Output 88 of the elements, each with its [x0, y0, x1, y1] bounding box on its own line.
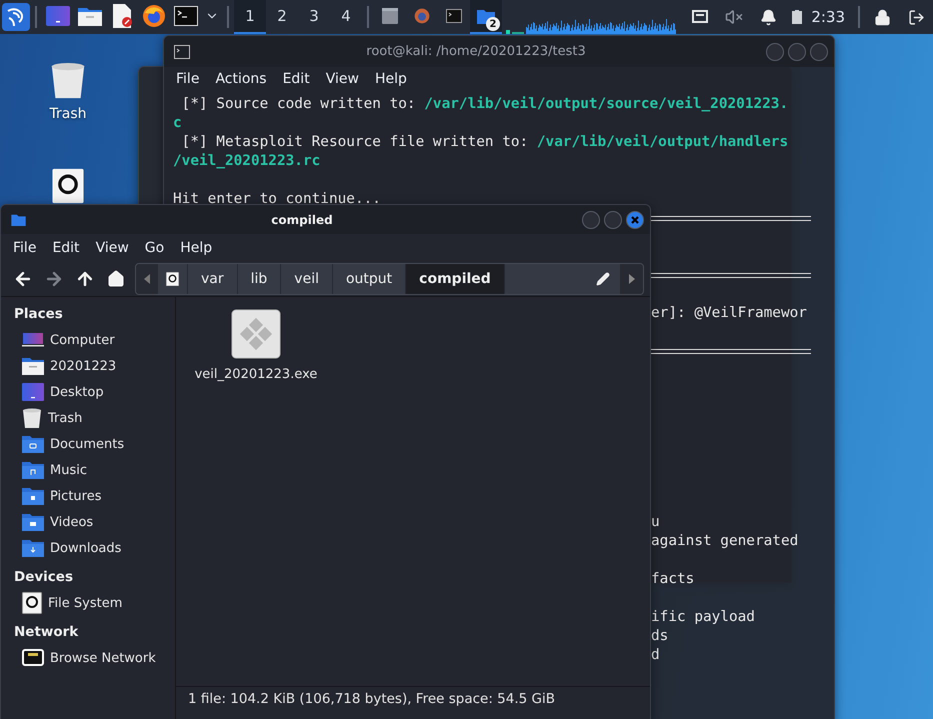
minimize-button[interactable]: [766, 42, 784, 60]
terminal-text: Hit enter to continue...: [173, 190, 381, 209]
music-folder-icon: [22, 461, 44, 479]
path-button[interactable]: compiled: [406, 264, 505, 294]
home-icon: [106, 270, 124, 288]
close-button[interactable]: [626, 210, 644, 228]
terminal-path: c: [173, 114, 182, 133]
sidebar-item[interactable]: Desktop: [14, 379, 175, 405]
sidebar-item[interactable]: Documents: [14, 431, 175, 457]
sidebar-item[interactable]: Videos: [14, 509, 175, 535]
close-button[interactable]: [810, 42, 828, 60]
terminal-text: er]: @VeilFramewor: [651, 304, 807, 323]
menu-item[interactable]: Edit: [44, 240, 88, 256]
window-icon: [382, 8, 398, 24]
browser-icon: [142, 4, 166, 28]
sidebar-item[interactable]: Trash: [14, 405, 175, 431]
executable-icon: [231, 309, 281, 359]
videos-folder-icon: [22, 513, 44, 531]
terminal-text: ds: [651, 627, 668, 646]
terminal-text: d: [651, 646, 660, 665]
right-triangle-icon: [629, 274, 635, 284]
trash-icon: [22, 408, 42, 428]
left-triangle-icon: [144, 274, 150, 284]
terminal-text: u: [651, 513, 660, 532]
pictures-folder-icon: [22, 487, 44, 505]
maximize-button[interactable]: [788, 42, 806, 60]
section-heading: Devices: [14, 568, 74, 587]
menu-item[interactable]: Go: [136, 240, 172, 256]
sidebar-item[interactable]: Browse Network: [14, 645, 175, 671]
window-title: compiled: [270, 212, 334, 226]
menu-button[interactable]: [2, 3, 30, 31]
menu-item[interactable]: File: [5, 240, 44, 256]
menu-item[interactable]: File: [168, 71, 208, 87]
workspace-button[interactable]: 4: [330, 0, 362, 34]
documents-folder-icon: [22, 435, 44, 453]
menu-item[interactable]: View: [318, 71, 367, 87]
task-button[interactable]: 2: [470, 0, 502, 34]
terminal-text: [*] Metasploit Resource file written to:: [180, 133, 528, 152]
terminal-path: /var/lib/veil/output/handlers: [536, 133, 788, 152]
count-badge: 2: [486, 17, 500, 31]
downloads-folder-icon: [22, 539, 44, 557]
window-title: root@kali: /home/20201223/test3: [365, 44, 587, 59]
close-icon: [630, 214, 640, 224]
section-heading: Network: [14, 623, 80, 642]
menu-item[interactable]: Actions: [207, 71, 275, 87]
terminal-icon: [174, 6, 198, 26]
clock[interactable]: 2:33: [809, 8, 853, 26]
network-icon: [22, 649, 44, 667]
menu-item[interactable]: Help: [172, 240, 220, 256]
drive-icon: [22, 592, 42, 614]
sidebar-item[interactable]: 20201223: [14, 353, 175, 379]
terminal-text: facts: [651, 570, 694, 589]
computer-icon: [22, 333, 44, 347]
edit-path-icon[interactable]: [596, 272, 610, 286]
sidebar-item[interactable]: Downloads: [14, 535, 175, 561]
menu-item[interactable]: Edit: [274, 71, 318, 87]
desktop-icon: [46, 6, 70, 26]
minimize-button[interactable]: [582, 210, 600, 228]
home-folder-icon: [22, 357, 44, 375]
drive-icon[interactable]: [51, 168, 85, 204]
terminal-icon: [446, 9, 462, 23]
terminal-text: ific payload: [651, 608, 755, 627]
terminal-path: /var/lib/veil/output/source/veil_20201223.: [424, 95, 788, 114]
section-heading: Places: [14, 305, 64, 324]
sidebar-item[interactable]: Music: [14, 457, 175, 483]
terminal-text: against generated: [651, 532, 798, 551]
terminal-icon: [174, 44, 190, 58]
maximize-button[interactable]: [604, 210, 622, 228]
folder-icon: [11, 214, 26, 226]
drive-icon: [166, 272, 179, 286]
document-icon: [111, 4, 133, 28]
scroll-right-button[interactable]: [621, 264, 643, 294]
workspace-button[interactable]: 2: [266, 0, 298, 34]
menu-item[interactable]: Help: [366, 71, 415, 87]
workspace-button[interactable]: 3: [298, 0, 330, 34]
terminal-text: [*] Source code written to:: [180, 95, 416, 114]
terminal-path: /veil_20201223.rc: [173, 152, 320, 171]
status-text: 1 file: 104.2 KiB (106,718 bytes), Free space: 54.5 GiB: [188, 691, 556, 707]
sidebar-item[interactable]: File System: [14, 590, 175, 616]
sidebar-item[interactable]: Pictures: [14, 483, 175, 509]
file-name[interactable]: veil_20201223.exe: [194, 367, 318, 382]
icon-label: Trash: [50, 106, 86, 122]
sidebar-item[interactable]: Computer: [14, 327, 175, 353]
desktop-icon: [22, 383, 44, 401]
browser-icon: [414, 8, 430, 24]
folder-icon: [78, 6, 102, 26]
menu-item[interactable]: View: [88, 240, 137, 256]
workspace-button[interactable]: 1: [234, 0, 266, 34]
